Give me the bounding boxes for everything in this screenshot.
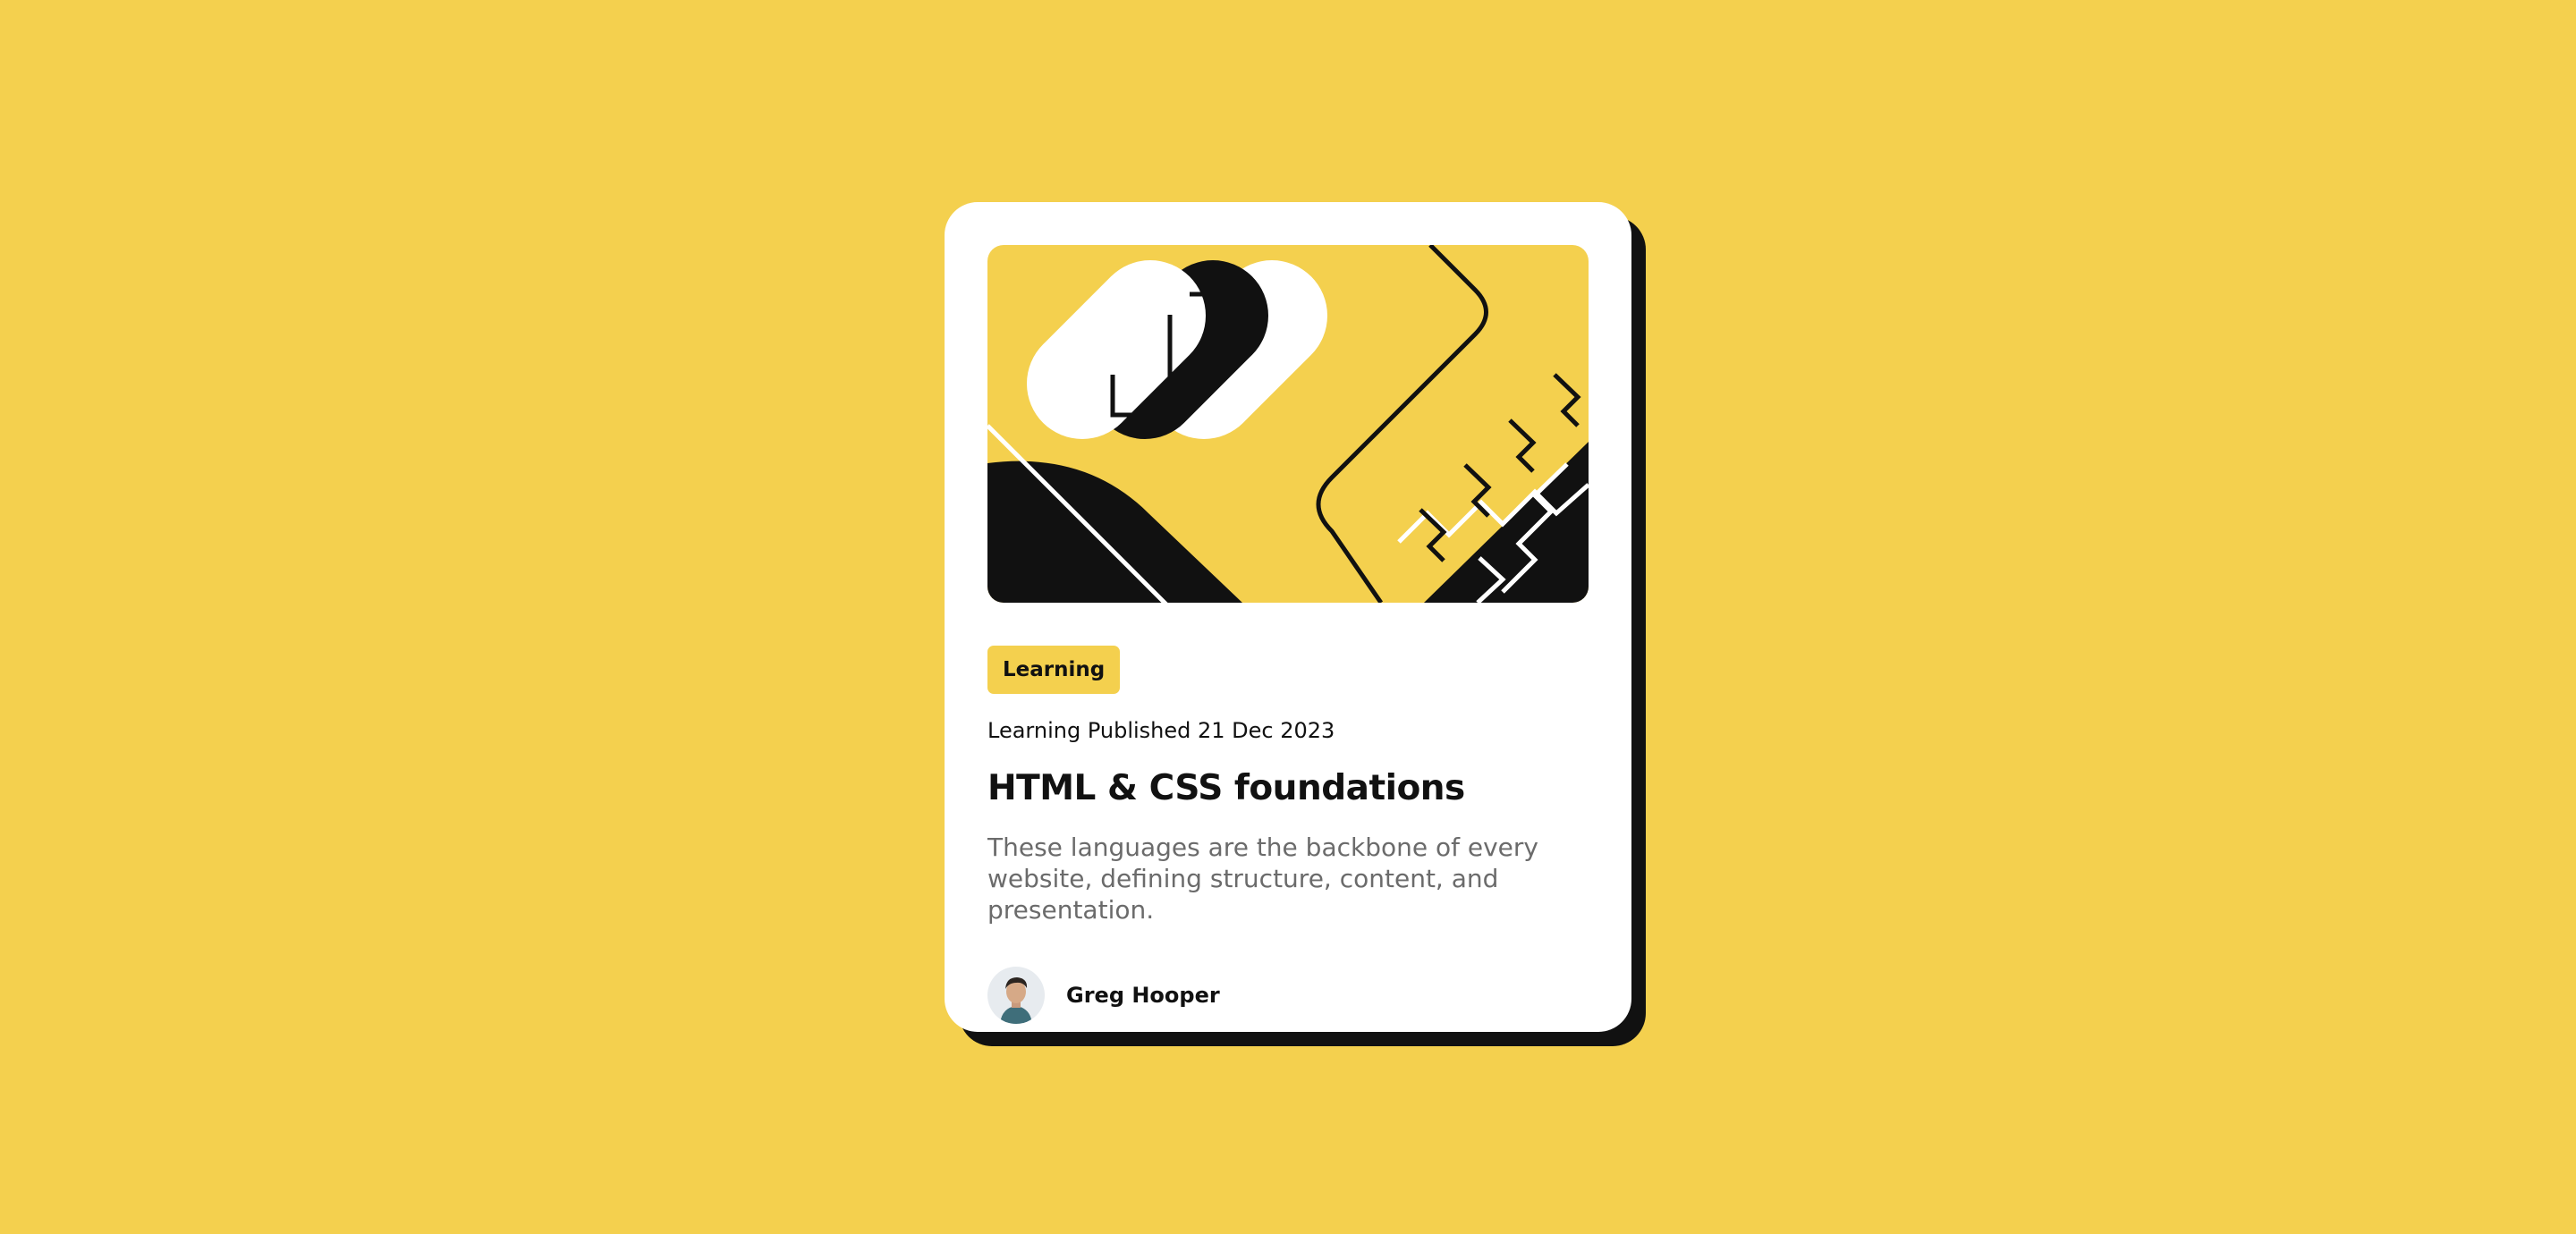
person-portrait-icon: [987, 967, 1045, 1024]
hero-illustration: [987, 245, 1589, 603]
category-tag: Learning: [987, 646, 1121, 694]
author-name[interactable]: Greg Hooper: [1066, 983, 1220, 1008]
card-title[interactable]: HTML & CSS foundations: [987, 765, 1589, 812]
blog-preview-card: Learning Learning Published 21 Dec 2023 …: [945, 202, 1631, 1032]
author: Greg Hooper: [987, 967, 1589, 1024]
published-date: Learning Published 21 Dec 2023: [987, 718, 1335, 743]
card-description: These languages are the backbone of ever…: [987, 833, 1538, 925]
avatar: [987, 967, 1045, 1024]
